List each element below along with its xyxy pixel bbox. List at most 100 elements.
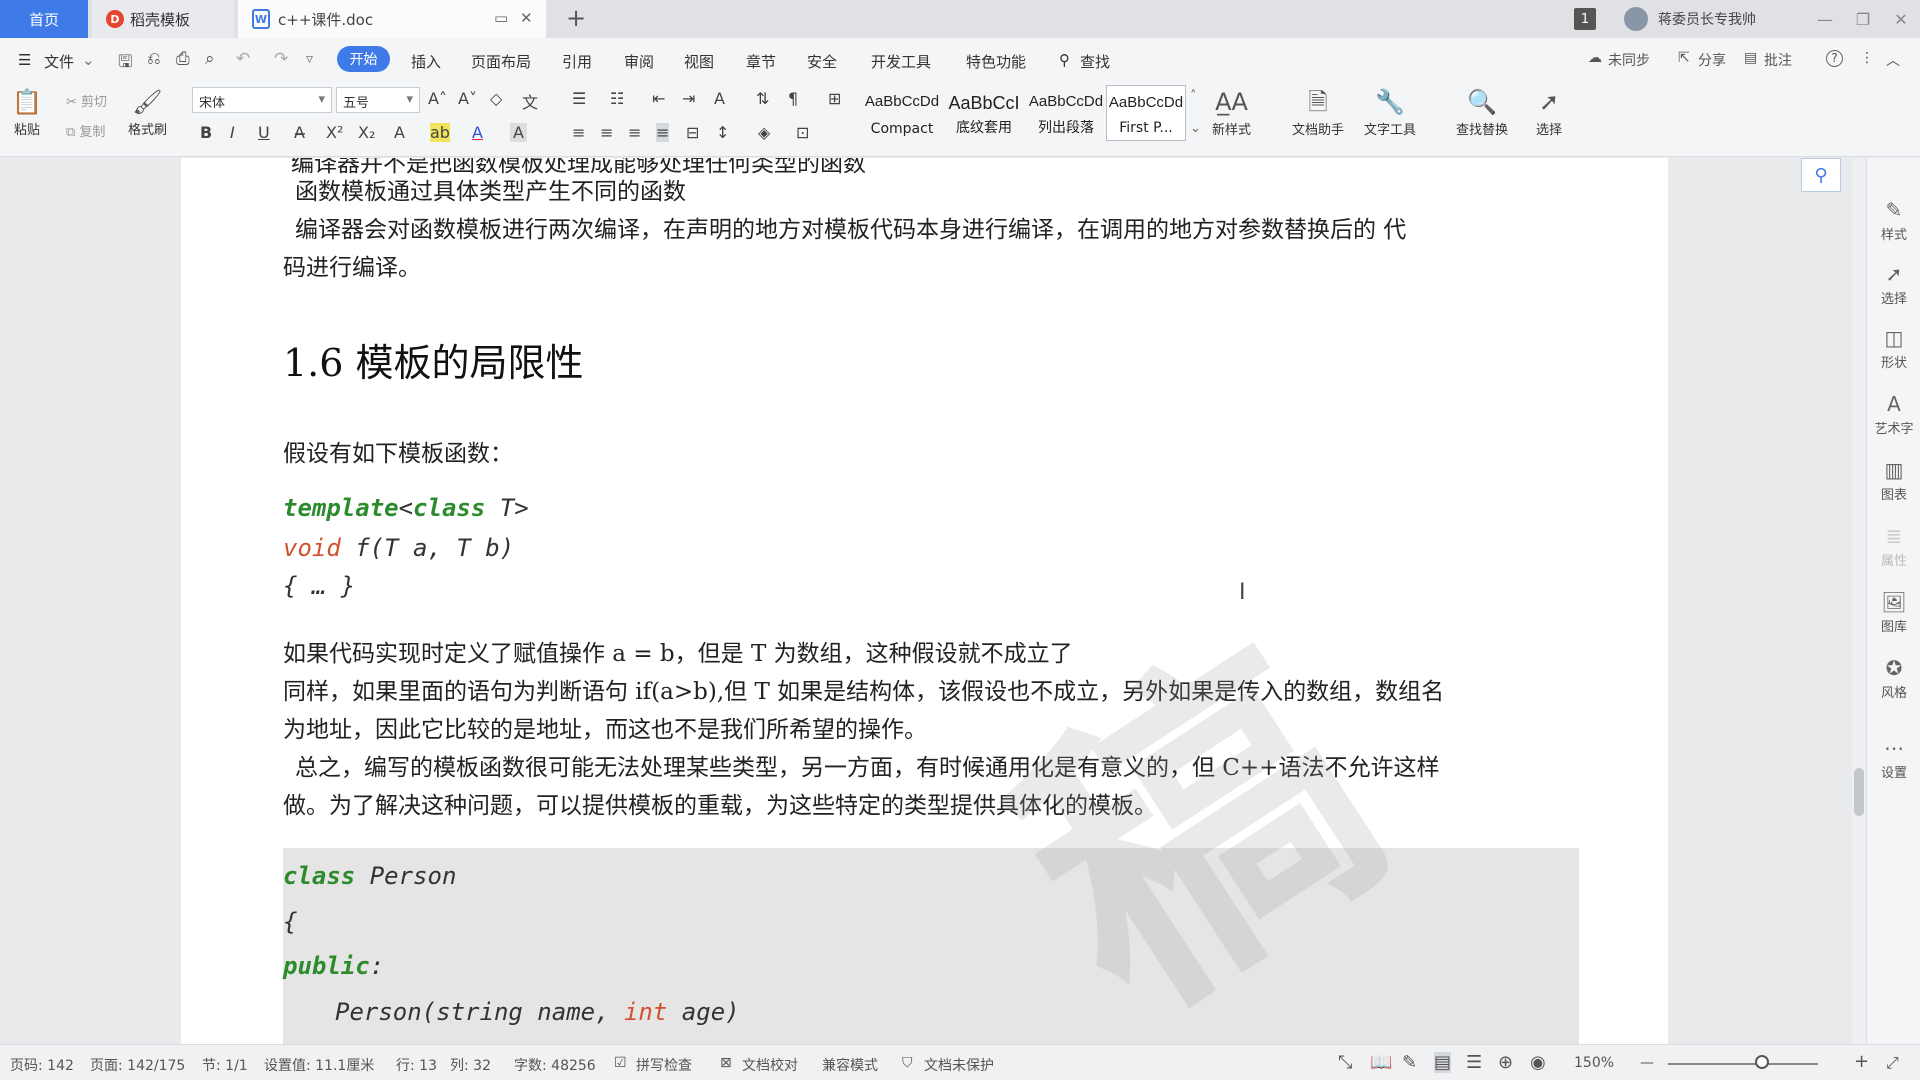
menu-review[interactable]: 审阅 xyxy=(624,51,654,72)
show-hide-icon[interactable]: ¶ xyxy=(788,89,798,108)
style-scroll-up-icon[interactable]: ˄ xyxy=(1190,89,1197,104)
zoom-slider-handle[interactable] xyxy=(1755,1055,1769,1069)
minimize-icon[interactable]: — xyxy=(1806,10,1844,29)
menu-file[interactable]: 文件 xyxy=(44,51,74,72)
shading-icon[interactable]: ◈ xyxy=(758,123,770,142)
char-shading-icon[interactable]: A xyxy=(510,123,527,142)
undo-icon[interactable]: ↶ xyxy=(236,49,250,69)
increase-indent-icon[interactable]: ⇥ xyxy=(682,89,695,108)
status-page-code[interactable]: 页码: 142 xyxy=(10,1055,74,1075)
side-shapes[interactable]: ◫ 形状 xyxy=(1867,326,1920,371)
distributed-icon[interactable]: ⊟ xyxy=(686,123,699,142)
table-insert-icon[interactable]: ⊞ xyxy=(828,89,841,108)
decrease-font-icon[interactable]: A˅ xyxy=(458,89,477,108)
hamburger-icon[interactable]: ☰ xyxy=(18,51,31,69)
status-proofread[interactable]: 文档校对 xyxy=(742,1055,798,1075)
write-mode-icon[interactable]: ✎ xyxy=(1402,1052,1417,1073)
avatar[interactable] xyxy=(1624,7,1648,31)
find-replace-button[interactable]: 🔍 查找替换 xyxy=(1456,85,1508,138)
side-chart[interactable]: ▥ 图表 xyxy=(1867,458,1920,503)
tab-docer-templates[interactable]: D 稻壳模板 xyxy=(92,0,234,38)
menu-search[interactable]: 查找 xyxy=(1080,51,1110,72)
menu-start[interactable]: 开始 xyxy=(337,46,390,72)
style-expand-icon[interactable]: ⌄ xyxy=(1190,121,1201,136)
save-icon[interactable]: 🖫 xyxy=(118,49,132,78)
fit-page-icon[interactable]: ⤡ xyxy=(1338,1052,1352,1073)
zoom-in-button[interactable]: + xyxy=(1854,1051,1869,1072)
bold-icon[interactable]: B xyxy=(200,123,212,142)
menu-references[interactable]: 引用 xyxy=(562,51,592,72)
new-style-button[interactable]: A̲A 新样式 xyxy=(1212,85,1251,138)
side-style-theme[interactable]: ✪ 风格 xyxy=(1867,656,1920,701)
status-protection[interactable]: 文档未保护 xyxy=(924,1055,994,1075)
superscript-icon[interactable]: X² xyxy=(326,123,343,142)
highlight-icon[interactable]: ab xyxy=(430,123,450,142)
text-tools-button[interactable]: 🔧 文字工具 xyxy=(1364,85,1416,138)
numbered-list-icon[interactable]: ☷ xyxy=(610,89,624,108)
restore-icon[interactable]: ❐ xyxy=(1844,10,1882,29)
paste-button[interactable]: 📋 粘贴 xyxy=(12,85,42,138)
location-pin-icon[interactable]: ⚲ xyxy=(1801,158,1841,192)
borders-icon[interactable]: ⊡ xyxy=(796,123,809,142)
status-spell-check[interactable]: 拼写检查 xyxy=(636,1055,692,1075)
select-button[interactable]: ➚ 选择 xyxy=(1536,85,1562,138)
side-select[interactable]: ➚ 选择 xyxy=(1867,262,1920,307)
document-canvas[interactable]: 编译器并不是把函数模板处理成能够处理任何类型的函数 函数模板通过具体类型产生不同… xyxy=(0,158,1852,1044)
menu-developer[interactable]: 开发工具 xyxy=(871,51,931,72)
font-name-select[interactable]: 宋体 ▾ xyxy=(192,87,332,113)
print-preview-icon[interactable]: ⌕ xyxy=(205,49,215,69)
read-mode-icon[interactable]: 📖 xyxy=(1370,1052,1392,1073)
align-left-icon[interactable]: ≡ xyxy=(572,123,585,142)
scrollbar-thumb[interactable] xyxy=(1854,768,1864,816)
side-gallery[interactable]: 🖼 图库 xyxy=(1867,590,1920,635)
customize-toolbar-icon[interactable]: ▿ xyxy=(306,51,313,67)
sync-status[interactable]: 未同步 xyxy=(1608,50,1650,70)
increase-font-icon[interactable]: A˄ xyxy=(428,89,447,108)
page-view-icon[interactable]: ▤ xyxy=(1434,1052,1452,1073)
sort-icon[interactable]: ⇅ xyxy=(756,89,769,108)
search-icon[interactable]: ⚲ xyxy=(1059,51,1070,69)
add-tab-button[interactable]: + xyxy=(566,4,586,32)
menu-page-layout[interactable]: 页面布局 xyxy=(471,51,531,72)
font-size-select[interactable]: 五号 ▾ xyxy=(336,87,420,113)
clear-format-icon[interactable]: ◇ xyxy=(490,89,502,108)
outline-view-icon[interactable]: ☰ xyxy=(1466,1052,1482,1073)
zoom-slider[interactable] xyxy=(1668,1063,1818,1065)
format-painter-button[interactable]: 🖌 格式刷 xyxy=(128,85,167,138)
phonetic-icon[interactable]: 文 xyxy=(522,89,538,113)
monitor-icon[interactable]: ▭ xyxy=(494,9,508,27)
side-settings[interactable]: ⋯ 设置 xyxy=(1867,736,1920,781)
share-button[interactable]: 分享 xyxy=(1698,50,1726,70)
underline-icon[interactable]: U xyxy=(258,123,270,142)
print-icon[interactable]: ⎙ xyxy=(176,49,190,69)
collapse-ribbon-icon[interactable]: ︿ xyxy=(1886,50,1900,70)
menu-view[interactable]: 视图 xyxy=(684,51,714,72)
web-view-icon[interactable]: ⊕ xyxy=(1498,1052,1513,1073)
help-icon[interactable]: ? xyxy=(1826,50,1843,67)
zoom-out-button[interactable]: — xyxy=(1640,1055,1654,1071)
subscript-icon[interactable]: X₂ xyxy=(358,123,375,142)
bullet-list-icon[interactable]: ☰ xyxy=(572,89,586,108)
menu-security[interactable]: 安全 xyxy=(807,51,837,72)
line-spacing-icon[interactable]: ↕ xyxy=(716,123,729,142)
tab-document[interactable]: W c++课件.doc ▭ ✕ xyxy=(238,0,546,38)
style-first-paragraph[interactable]: AaBbCcDd First P... xyxy=(1106,85,1186,141)
style-shading[interactable]: AaBbCcI 底纹套用 xyxy=(944,85,1024,141)
status-page[interactable]: 页面: 142/175 xyxy=(90,1055,185,1075)
style-list-paragraph[interactable]: AaBbCcDd 列出段落 xyxy=(1026,85,1106,141)
tab-close-icon[interactable]: ✕ xyxy=(520,9,533,27)
vertical-scrollbar[interactable] xyxy=(1852,158,1866,1044)
font-color-icon[interactable]: A xyxy=(472,123,483,142)
italic-icon[interactable]: I xyxy=(230,123,235,142)
text-effect-icon[interactable]: A xyxy=(394,123,405,142)
chinese-layout-icon[interactable]: A xyxy=(714,89,725,108)
fullscreen-icon[interactable]: ⤢ xyxy=(1886,1053,1899,1073)
cut-button[interactable]: ✂ 剪切 xyxy=(66,91,107,110)
tab-home[interactable]: 首页 xyxy=(0,0,88,38)
comment-button[interactable]: 批注 xyxy=(1764,50,1792,70)
status-word-count[interactable]: 字数: 48256 xyxy=(514,1055,596,1075)
justify-icon[interactable]: ≡ xyxy=(656,123,670,142)
style-compact[interactable]: AaBbCcDd Compact xyxy=(862,85,942,141)
doc-assistant-button[interactable]: 🗎 文档助手 xyxy=(1292,85,1344,138)
strikethrough-icon[interactable]: A̶ xyxy=(294,123,305,142)
